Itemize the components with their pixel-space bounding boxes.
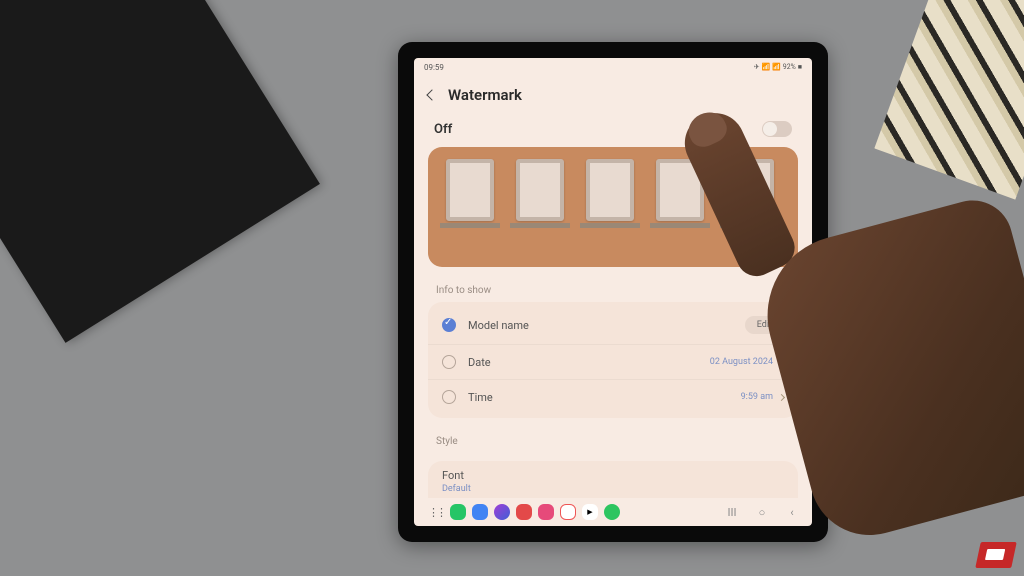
- watermark-preview: [428, 147, 798, 267]
- section-style-header: Style: [414, 418, 812, 453]
- option-date-label: Date: [468, 356, 710, 369]
- preview-window: [656, 159, 704, 221]
- preview-window: [446, 159, 494, 221]
- tablet-device: 09:59 ✈ 📶 📶 92% ■ Watermark Off: [398, 42, 828, 542]
- preview-window: [726, 159, 774, 221]
- back-icon[interactable]: [426, 89, 437, 100]
- watermark-toggle[interactable]: [762, 121, 792, 137]
- wood-object-background: [874, 0, 1024, 200]
- app-icon-pink[interactable]: [538, 504, 554, 520]
- chevron-right-icon: [778, 358, 785, 365]
- chevron-right-icon: [778, 393, 785, 400]
- option-date-value[interactable]: 02 August 2024: [710, 357, 784, 367]
- radio-unchecked-icon[interactable]: [442, 390, 456, 404]
- nav-recents-button[interactable]: III: [726, 506, 738, 518]
- app-drawer-icon[interactable]: [428, 504, 444, 520]
- page-title: Watermark: [448, 86, 522, 104]
- option-row-date[interactable]: Date 02 August 2024: [428, 345, 798, 380]
- style-font-label: Font: [442, 469, 784, 482]
- phone-app-icon[interactable]: [450, 504, 466, 520]
- nav-home-button[interactable]: ○: [756, 506, 768, 518]
- option-row-model-name[interactable]: Model name Edit: [428, 306, 798, 345]
- playstore-app-icon[interactable]: ▶: [582, 504, 598, 520]
- style-card[interactable]: Font Default: [428, 461, 798, 498]
- preview-window: [586, 159, 634, 221]
- product-box-background: Galaxy Z Fold6: [0, 0, 320, 343]
- status-bar: 09:59 ✈ 📶 📶 92% ■: [414, 58, 812, 76]
- page-header: Watermark: [414, 76, 812, 116]
- edit-button[interactable]: Edit: [745, 316, 784, 334]
- option-row-time[interactable]: Time 9:59 am: [428, 380, 798, 414]
- option-model-name-label: Model name: [468, 319, 745, 332]
- airplane-off-icon: ✈: [754, 63, 760, 71]
- status-time: 09:59: [424, 63, 444, 72]
- channel-logo-badge: [975, 542, 1017, 568]
- preview-window: [516, 159, 564, 221]
- option-time-label: Time: [468, 391, 741, 404]
- info-options-card: Model name Edit Date 02 August 2024 Time…: [428, 302, 798, 418]
- battery-icon: ■: [798, 63, 802, 71]
- option-time-value[interactable]: 9:59 am: [741, 392, 784, 402]
- whatsapp-app-icon[interactable]: [604, 504, 620, 520]
- messages-app-icon[interactable]: [472, 504, 488, 520]
- navigation-dock: ▶ III ○ ‹: [414, 504, 812, 520]
- toggle-state-label: Off: [434, 122, 452, 137]
- signal-icon: 📶 📶: [762, 63, 781, 71]
- style-font-value: Default: [442, 484, 784, 494]
- app-icon-red[interactable]: [516, 504, 532, 520]
- youtube-app-icon[interactable]: [560, 504, 576, 520]
- device-screen: 09:59 ✈ 📶 📶 92% ■ Watermark Off: [414, 58, 812, 526]
- battery-percent: 92%: [783, 63, 796, 71]
- radio-unchecked-icon[interactable]: [442, 355, 456, 369]
- nav-back-button[interactable]: ‹: [786, 506, 798, 518]
- toggle-row: Off: [414, 116, 812, 147]
- browser-app-icon[interactable]: [494, 504, 510, 520]
- section-info-header: Info to show: [414, 267, 812, 302]
- radio-checked-icon[interactable]: [442, 318, 456, 332]
